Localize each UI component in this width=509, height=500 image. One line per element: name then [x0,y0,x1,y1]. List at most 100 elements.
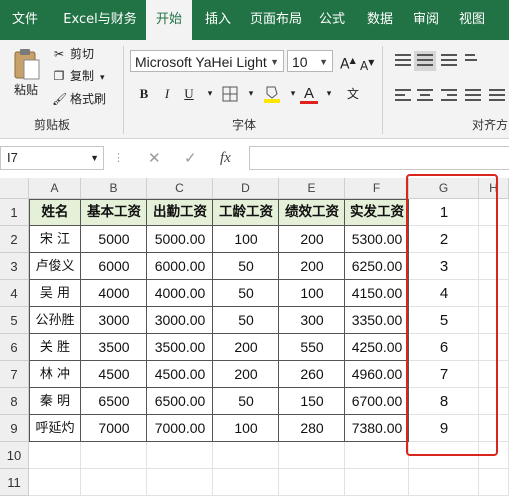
row-header[interactable]: 9 [0,415,29,442]
orientation-icon[interactable] [462,51,484,71]
decrease-font-size-button[interactable]: A▼ [360,53,374,73]
name-box[interactable]: I7 ▼ [0,146,104,170]
chevron-down-icon[interactable]: ▾ [318,84,340,104]
formula-input[interactable] [249,146,509,170]
table-header-cell[interactable]: 实发工资 [345,199,409,226]
align-right-icon[interactable] [438,86,460,106]
decrease-indent-icon[interactable] [462,86,484,106]
table-cell[interactable]: 50 [213,253,279,280]
table-cell[interactable]: 200 [279,253,345,280]
table-cell[interactable]: 6500.00 [147,388,213,415]
table-cell[interactable]: 100 [213,226,279,253]
table-cell[interactable]: 200 [213,361,279,388]
table-cell[interactable]: 6000 [81,253,147,280]
table-cell[interactable]: 秦 明 [29,388,81,415]
tab-page-layout[interactable]: 页面布局 [243,0,309,40]
table-cell[interactable]: 5000.00 [147,226,213,253]
tab-home[interactable]: 开始 [146,0,192,40]
table-cell[interactable]: 100 [213,415,279,442]
enter-icon[interactable]: ✓ [184,147,197,169]
grid-cell[interactable] [147,469,213,496]
row-header[interactable]: 1 [0,199,29,226]
table-cell[interactable]: 200 [213,334,279,361]
table-cell[interactable]: 200 [279,226,345,253]
table-cell[interactable]: 550 [279,334,345,361]
grid-cell[interactable] [147,442,213,469]
increase-font-size-button[interactable]: A▲ [340,51,356,73]
table-cell[interactable]: 关 胜 [29,334,81,361]
table-cell[interactable]: 50 [213,307,279,334]
fill-color-icon[interactable] [263,84,281,104]
bold-button[interactable]: B [133,84,155,104]
insert-function-button[interactable]: fx [220,147,231,169]
tab-data[interactable]: 数据 [360,0,400,40]
font-name-select[interactable]: Microsoft YaHei Light ▼ [130,50,284,72]
grid-cell[interactable] [479,469,509,496]
align-top-icon[interactable] [392,51,414,71]
row-header[interactable]: 11 [0,469,29,496]
grid-cell[interactable] [81,469,147,496]
table-cell[interactable]: 5300.00 [345,226,409,253]
table-cell[interactable]: 7000 [81,415,147,442]
row-header[interactable]: 7 [0,361,29,388]
table-cell[interactable]: 林 冲 [29,361,81,388]
grid-cell[interactable] [29,469,81,496]
grid-cell[interactable] [409,469,479,496]
table-cell[interactable]: 5000 [81,226,147,253]
table-cell[interactable]: 4500 [81,361,147,388]
column-header[interactable]: F [345,178,409,199]
table-cell[interactable]: 4000.00 [147,280,213,307]
column-header[interactable]: A [29,178,81,199]
column-header[interactable]: B [81,178,147,199]
tab-review[interactable]: 审阅 [406,0,446,40]
align-left-icon[interactable] [392,86,414,106]
align-bottom-icon[interactable] [438,51,460,71]
row-header[interactable]: 3 [0,253,29,280]
border-icon[interactable] [222,86,238,102]
paste-button[interactable]: 粘贴 [14,81,38,98]
grid-cell[interactable] [279,469,345,496]
paste-icon[interactable] [13,48,41,80]
table-cell[interactable]: 宋 江 [29,226,81,253]
row-header[interactable]: 4 [0,280,29,307]
table-cell[interactable]: 3350.00 [345,307,409,334]
table-cell[interactable]: 6250.00 [345,253,409,280]
table-cell[interactable]: 3500 [81,334,147,361]
tab-insert[interactable]: 插入 [196,0,240,40]
grid-cell[interactable] [345,469,409,496]
table-cell[interactable]: 4960.00 [345,361,409,388]
chevron-down-icon[interactable]: ▾ [199,84,221,104]
row-header[interactable]: 5 [0,307,29,334]
table-header-cell[interactable]: 出勤工资 [147,199,213,226]
phonetic-button[interactable]: 文 [342,84,364,104]
column-header[interactable]: E [279,178,345,199]
row-header[interactable]: 8 [0,388,29,415]
table-cell[interactable]: 6000.00 [147,253,213,280]
copy-button[interactable]: ❐ 复制 ▾ [52,66,105,86]
column-header[interactable]: D [213,178,279,199]
align-center-icon[interactable] [414,86,436,106]
table-cell[interactable]: 3000 [81,307,147,334]
table-cell[interactable]: 卢俊义 [29,253,81,280]
column-header[interactable]: C [147,178,213,199]
align-middle-icon[interactable] [414,51,436,71]
table-cell[interactable]: 吴 用 [29,280,81,307]
table-cell[interactable]: 公孙胜 [29,307,81,334]
table-cell[interactable]: 3000.00 [147,307,213,334]
grid-cell[interactable] [213,442,279,469]
table-header-cell[interactable]: 基本工资 [81,199,147,226]
row-header[interactable]: 6 [0,334,29,361]
table-cell[interactable]: 280 [279,415,345,442]
row-header[interactable]: 2 [0,226,29,253]
cut-button[interactable]: ✂ 剪切 [52,44,94,64]
table-cell[interactable]: 4000 [81,280,147,307]
grid-cell[interactable] [279,442,345,469]
table-cell[interactable]: 呼延灼 [29,415,81,442]
table-cell[interactable]: 4150.00 [345,280,409,307]
grid-cell[interactable] [81,442,147,469]
tab-formulas[interactable]: 公式 [312,0,352,40]
table-cell[interactable]: 6700.00 [345,388,409,415]
table-header-cell[interactable]: 绩效工资 [279,199,345,226]
chevron-down-icon[interactable]: ▾ [240,84,262,104]
increase-indent-icon[interactable] [486,86,508,106]
